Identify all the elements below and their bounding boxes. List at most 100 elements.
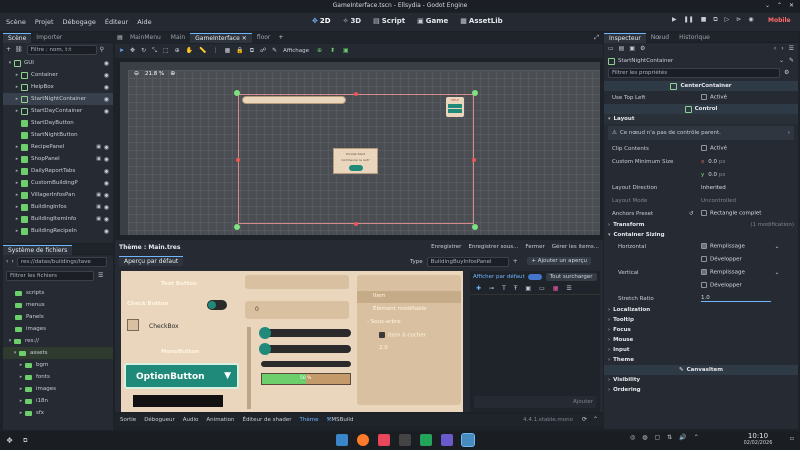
godot-icon[interactable] bbox=[461, 433, 475, 447]
layout-mode-select[interactable]: Uncontrolled bbox=[701, 198, 736, 204]
font-type-icon[interactable]: T bbox=[502, 285, 506, 292]
edit-icon[interactable]: ✎ bbox=[272, 48, 277, 54]
expand-icon[interactable]: ▸ bbox=[13, 216, 21, 222]
select-tool-icon[interactable]: ➤ bbox=[119, 48, 124, 54]
filesystem-filter-input[interactable]: Filtrer les fichiers bbox=[6, 271, 94, 281]
visibility-icon[interactable]: ◉ bbox=[104, 204, 109, 211]
use-top-left-checkbox[interactable]: Activé bbox=[701, 94, 727, 101]
menu-editor[interactable]: Éditeur bbox=[105, 18, 128, 26]
play-scene-icon[interactable]: ▷ bbox=[725, 17, 730, 23]
movie-icon[interactable]: ▣ bbox=[96, 204, 101, 210]
clipboard-icon[interactable]: ▢ bbox=[655, 435, 661, 441]
tab-gameinterface[interactable]: GameInterface ✕ bbox=[190, 33, 252, 43]
tree-node-buildingiteminfo[interactable]: ▸ BuildingItemInfo ▣ ◉ bbox=[3, 213, 113, 225]
revert-icon[interactable]: ↺ bbox=[689, 211, 694, 217]
fs-folder-panels[interactable]: Panels bbox=[3, 311, 113, 323]
close-button[interactable]: Fermer bbox=[525, 244, 544, 250]
category-transform[interactable]: › Transform (1 modification) bbox=[604, 220, 798, 230]
grid-snap-icon[interactable]: ▦ bbox=[225, 48, 231, 54]
category-ordering[interactable]: › Ordering bbox=[604, 385, 798, 395]
anchor-pin-bottom-left[interactable] bbox=[234, 224, 240, 230]
visibility-icon[interactable]: ◉ bbox=[104, 108, 109, 115]
visibility-icon[interactable]: ◉ bbox=[104, 84, 109, 91]
anchor-preset-icon[interactable]: ⊕ bbox=[317, 48, 322, 54]
visibility-icon[interactable]: ◉ bbox=[104, 192, 109, 199]
show-desktop-icon[interactable]: ▫ bbox=[790, 436, 794, 442]
icon-type-icon[interactable]: ▣ bbox=[525, 285, 531, 292]
tree-node-helpbox[interactable]: ▸ HelpBox ◉ bbox=[3, 81, 113, 93]
expand-icon[interactable]: ▸ bbox=[17, 362, 25, 368]
fs-folder-assets[interactable]: ▾ assets bbox=[3, 347, 113, 359]
helpbox-preview[interactable]: HELP bbox=[446, 97, 464, 117]
tab-filesystem[interactable]: Système de fichiers bbox=[3, 244, 73, 255]
extra-icon[interactable]: ⚙ bbox=[640, 46, 645, 52]
picker-icon[interactable]: ⤢ bbox=[121, 271, 124, 276]
tab-animation[interactable]: Animation bbox=[206, 417, 234, 423]
close-icon[interactable]: ✕ bbox=[789, 0, 794, 12]
category-layout[interactable]: ▾ Layout bbox=[604, 114, 798, 124]
horizontal-expand-checkbox[interactable]: Développer bbox=[701, 256, 742, 263]
fs-folder-bgm[interactable]: ▸ bgm bbox=[3, 359, 113, 371]
add-node-icon[interactable]: + bbox=[6, 47, 11, 53]
menu-scene[interactable]: Scène bbox=[6, 18, 26, 26]
workspace-2d[interactable]: ✥ 2D bbox=[312, 17, 331, 25]
group-icon[interactable]: ⧉ bbox=[250, 48, 254, 54]
collapse-icon[interactable]: ▾ bbox=[6, 60, 14, 66]
tree-node-buildingrecipe[interactable]: ▸ BuildingRecipeIn ◉ bbox=[3, 225, 113, 237]
stop-icon[interactable]: ■ bbox=[701, 17, 707, 23]
tree-node-recipepanel[interactable]: ▸ RecipePanel ▣ ◉ bbox=[3, 141, 113, 153]
visibility-icon[interactable]: ◉ bbox=[104, 60, 109, 67]
movie-icon[interactable]: ▣ bbox=[96, 192, 101, 198]
add-item-button[interactable]: Ajouter bbox=[573, 399, 593, 405]
scale-tool-icon[interactable]: ⤡ bbox=[152, 48, 157, 54]
fs-folder-menus[interactable]: menus bbox=[3, 299, 113, 311]
category-theme[interactable]: › Theme bbox=[604, 355, 798, 365]
category-tooltip[interactable]: › Tooltip bbox=[604, 315, 798, 325]
gradient-type-icon[interactable]: ▦ bbox=[553, 285, 559, 292]
edit-icon[interactable]: ✎ bbox=[789, 58, 794, 64]
file-manager-icon[interactable] bbox=[336, 434, 348, 446]
tree-node-villagerinfos[interactable]: ▸ VillagerInfosPan ▣ ◉ bbox=[3, 189, 113, 201]
constant-type-icon[interactable]: ⊸ bbox=[489, 285, 494, 292]
top-bar-preview[interactable] bbox=[242, 96, 346, 104]
lock-icon[interactable]: 🔒 bbox=[236, 48, 243, 54]
visibility-icon[interactable]: ◉ bbox=[104, 156, 109, 163]
tab-floor[interactable]: floor bbox=[252, 33, 276, 43]
fs-folder-fonts[interactable]: ▸ fonts bbox=[3, 371, 113, 383]
workspace-game[interactable]: ▣ Game bbox=[417, 17, 448, 25]
firefox-icon[interactable] bbox=[357, 434, 369, 446]
section-canvasitem[interactable]: ✎ CanvasItem bbox=[604, 365, 798, 375]
tab-audio[interactable]: Audio bbox=[183, 417, 199, 423]
expand-icon[interactable]: ▸ bbox=[17, 398, 25, 404]
app-red-icon[interactable] bbox=[378, 434, 390, 446]
expand-icon[interactable]: ▸ bbox=[13, 96, 21, 102]
expand-icon[interactable]: ▸ bbox=[13, 204, 21, 210]
list-type-icon[interactable]: ☰ bbox=[566, 285, 571, 292]
vertical-expand-checkbox[interactable]: Développer bbox=[701, 282, 742, 289]
volume-icon[interactable]: 🔊 bbox=[679, 435, 686, 441]
tab-debugger[interactable]: Débogueur bbox=[144, 417, 175, 423]
inspector-tools-icon[interactable]: ⚙ bbox=[784, 70, 789, 76]
expand-icon[interactable]: ▸ bbox=[13, 108, 21, 114]
collapse-panel-icon[interactable]: ⌃ bbox=[593, 417, 598, 423]
pivot-tool-icon[interactable]: ⊕ bbox=[175, 48, 180, 54]
tab-inspector[interactable]: Inspecteur bbox=[604, 33, 646, 43]
display-menu[interactable]: Affichage bbox=[283, 48, 309, 54]
visibility-icon[interactable]: ◉ bbox=[104, 228, 109, 235]
tab-default-preview[interactable]: Aperçu par défaut bbox=[119, 256, 184, 266]
visibility-icon[interactable]: ◉ bbox=[104, 216, 109, 223]
move-tool-icon[interactable]: ✥ bbox=[130, 48, 135, 54]
movie-icon[interactable]: ▣ bbox=[96, 156, 101, 162]
scene-filter-input[interactable]: Filtre : nom, t:t bbox=[26, 45, 97, 55]
tab-history[interactable]: Historique bbox=[674, 33, 715, 43]
tree-node-gui[interactable]: ▾ GUI ◉ bbox=[3, 57, 113, 69]
network-icon[interactable]: ⇅ bbox=[667, 435, 672, 441]
tree-node-shoppanel[interactable]: ▸ ShopPanel ▣ ◉ bbox=[3, 153, 113, 165]
manage-items-button[interactable]: Gérer les items... bbox=[552, 244, 599, 250]
category-container-sizing[interactable]: ▾ Container Sizing bbox=[604, 230, 798, 240]
visibility-icon[interactable]: ◉ bbox=[104, 144, 109, 151]
visibility-icon[interactable]: ◉ bbox=[104, 96, 109, 103]
expand-icon[interactable]: ▸ bbox=[17, 374, 25, 380]
pan-tool-icon[interactable]: ✋ bbox=[186, 48, 193, 54]
maximize-icon[interactable]: ⌃ bbox=[777, 0, 782, 12]
